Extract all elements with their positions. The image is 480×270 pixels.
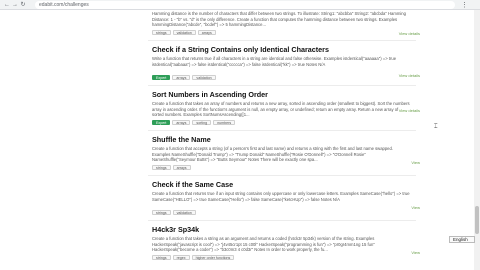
level-badge[interactable]: Expert [152,75,171,80]
tag[interactable]: regex [172,255,190,260]
challenge-title[interactable]: Sort Numbers in Ascending Order [152,90,416,99]
tag[interactable]: strings [152,255,171,260]
scrollbar[interactable] [474,10,480,270]
divider [148,85,416,86]
view-details-link[interactable]: View details [399,73,420,78]
language-select[interactable]: English [449,236,475,243]
reload-icon[interactable]: ↻ [19,1,27,9]
challenge-title[interactable]: Check if a String Contains only Identica… [152,45,416,54]
tag[interactable]: arrays [172,120,191,125]
challenge-description: Create a function that takes an array of… [152,101,410,117]
arrow-left-icon[interactable]: ← [3,1,11,9]
browser-toolbar: ← → ↻ edabit.com/challenges ⋮ [0,0,480,10]
challenge-list: Hamming distance is the number of charac… [148,10,420,260]
tag[interactable]: arrays [197,30,216,35]
tag-list: strings arrays [152,165,416,170]
tag[interactable]: strings [152,165,171,170]
level-badge[interactable]: Expert [152,120,171,125]
challenge-title[interactable]: H4ck3r Sp34k [152,225,416,234]
tag-list: strings regex higher order functions [152,255,416,260]
arrow-right-icon[interactable]: → [11,1,19,9]
more-vert-icon[interactable]: ⋮ [461,1,468,9]
tag[interactable]: validation [172,30,196,35]
challenge-title[interactable]: Check if the Same Case [152,180,416,189]
view-details-link[interactable]: View [411,160,420,165]
challenge-description: Create a function that accepts a string … [152,146,394,162]
view-details-link[interactable]: View details [399,31,420,36]
tag[interactable]: strings [152,30,171,35]
tag-list: strings validation [152,210,416,215]
divider [148,220,416,221]
tag[interactable]: validation [192,75,216,80]
challenge-description: Create a function that takes a string as… [152,236,375,252]
tag-list: strings validation arrays [152,30,416,35]
challenge-title[interactable]: Shuffle the Name [152,135,416,144]
divider [148,40,416,41]
tag-list: Expert arrays sorting numbers [152,120,416,125]
tag[interactable]: sorting [192,120,212,125]
tag[interactable]: higher order functions [191,255,235,260]
view-details-link[interactable]: View details [399,108,420,113]
challenge-description: Hamming distance is the number of charac… [152,11,406,27]
tag[interactable]: arrays [172,75,191,80]
language-selected: English [453,237,468,242]
scroll-thumb[interactable] [475,206,479,234]
view-details-link[interactable]: View [411,250,420,255]
tag[interactable]: strings [152,210,171,215]
divider [148,130,416,131]
challenge-card[interactable]: Check if the Same Case Create a function… [148,180,420,215]
tag[interactable]: arrays [172,165,191,170]
text-cursor-icon: ⌶ [434,124,438,130]
challenge-description: Create a function that returns true if a… [152,191,410,202]
view-details-link[interactable]: View [411,205,420,210]
address-bar[interactable]: edabit.com/challenges [35,0,455,9]
challenge-card-partial: Hamming distance is the number of charac… [148,11,420,36]
challenge-card[interactable]: Sort Numbers in Ascending Order Create a… [148,90,420,125]
url-text: edabit.com/challenges [39,1,89,8]
challenge-card[interactable]: Shuffle the Name Create a function that … [148,135,420,170]
tag-list: Expert arrays validation [152,75,416,80]
tag[interactable]: numbers [213,120,236,125]
divider [148,175,416,176]
challenge-card[interactable]: H4ck3r Sp34k Create a function that take… [148,225,420,260]
tag[interactable]: validation [172,210,196,215]
challenge-card[interactable]: Check if a String Contains only Identica… [148,45,420,80]
challenge-description: Write a function that returns true if al… [152,56,397,67]
